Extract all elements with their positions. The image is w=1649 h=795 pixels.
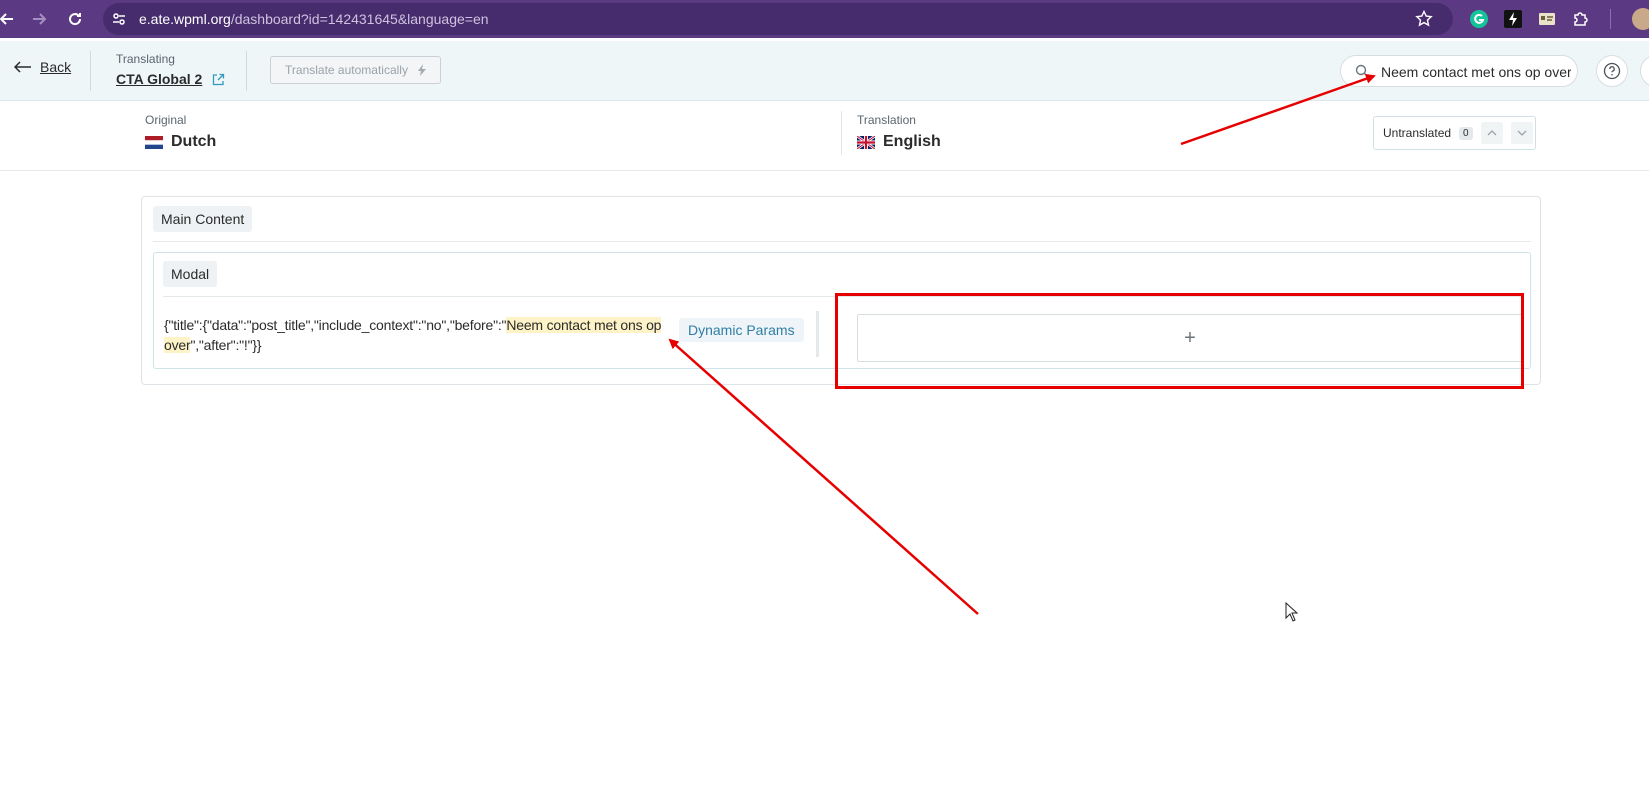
original-language: Original Dutch bbox=[145, 113, 216, 151]
editor-header: Back Translating CTA Global 2 Translate … bbox=[0, 41, 1649, 101]
reload-icon[interactable] bbox=[62, 6, 88, 32]
untranslated-label: Untranslated bbox=[1383, 126, 1452, 140]
translating-label: Translating bbox=[116, 52, 175, 66]
header-divider bbox=[246, 51, 247, 91]
chevron-up-icon bbox=[1487, 130, 1497, 136]
mouse-cursor-icon bbox=[1285, 602, 1299, 622]
next-untranslated-button[interactable] bbox=[1510, 122, 1533, 144]
source-suffix: ","after":"!"}} bbox=[190, 337, 262, 353]
search-input[interactable]: Neem contact met ons op over bbox=[1340, 55, 1578, 87]
translation-language-name: English bbox=[883, 133, 941, 150]
contact-card-extension-icon[interactable] bbox=[1536, 8, 1558, 30]
main-content-tag: Main Content bbox=[153, 206, 253, 232]
question-circle-icon bbox=[1603, 62, 1621, 80]
lightning-icon bbox=[417, 64, 426, 76]
dutch-flag-icon bbox=[145, 135, 163, 149]
search-value: Neem contact met ons op over bbox=[1381, 64, 1571, 80]
annotation-highlight-box bbox=[835, 293, 1524, 389]
bolt-extension-icon[interactable] bbox=[1502, 8, 1524, 30]
profile-avatar[interactable] bbox=[1632, 8, 1649, 30]
url-text: e.ate.wpml.org/dashboard?id=142431645&la… bbox=[139, 11, 489, 27]
extensions-puzzle-icon[interactable] bbox=[1570, 8, 1592, 30]
column-divider bbox=[816, 311, 819, 357]
back-button[interactable]: Back bbox=[14, 59, 71, 75]
arrow-left-icon bbox=[14, 61, 31, 73]
modal-tag: Modal bbox=[163, 261, 218, 287]
source-prefix: {"title":{"data":"post_title","include_c… bbox=[164, 317, 507, 333]
section-divider bbox=[153, 241, 1531, 242]
header-divider bbox=[90, 51, 91, 91]
uk-flag-icon bbox=[857, 135, 875, 149]
external-link-icon[interactable] bbox=[212, 73, 225, 86]
header-menu-button[interactable] bbox=[1640, 55, 1649, 87]
page: e.ate.wpml.org/dashboard?id=142431645&la… bbox=[0, 0, 1649, 795]
browser-toolbar: e.ate.wpml.org/dashboard?id=142431645&la… bbox=[0, 0, 1649, 38]
back-arrow-icon[interactable] bbox=[0, 6, 20, 32]
original-language-name: Dutch bbox=[171, 133, 217, 150]
bookmark-star-icon[interactable] bbox=[1415, 9, 1433, 33]
document-title-link[interactable]: CTA Global 2 bbox=[116, 71, 225, 87]
chevron-down-icon bbox=[1517, 130, 1527, 136]
translation-label: Translation bbox=[857, 113, 916, 127]
previous-untranslated-button[interactable] bbox=[1480, 122, 1503, 144]
dynamic-params-tag[interactable]: Dynamic Params bbox=[679, 318, 804, 342]
document-title: CTA Global 2 bbox=[116, 71, 203, 87]
translation-language: Translation English bbox=[857, 113, 941, 151]
language-divider bbox=[841, 111, 842, 155]
site-settings-icon[interactable] bbox=[111, 11, 127, 32]
address-bar[interactable]: e.ate.wpml.org/dashboard?id=142431645&la… bbox=[103, 3, 1453, 35]
untranslated-count-badge: 0 bbox=[1459, 126, 1473, 140]
back-label: Back bbox=[40, 59, 72, 75]
translate-automatically-button[interactable]: Translate automatically bbox=[270, 56, 441, 84]
original-label: Original bbox=[145, 113, 187, 127]
help-button[interactable] bbox=[1596, 55, 1628, 87]
grammarly-extension-icon[interactable] bbox=[1468, 8, 1490, 30]
untranslated-filter[interactable]: Untranslated 0 bbox=[1373, 116, 1536, 150]
language-bar: Original Dutch Translation English Untra… bbox=[0, 101, 1649, 171]
forward-arrow-icon[interactable] bbox=[26, 6, 52, 32]
translate-automatically-label: Translate automatically bbox=[285, 63, 408, 77]
source-segment-text[interactable]: {"title":{"data":"post_title","include_c… bbox=[164, 315, 674, 355]
search-icon bbox=[1355, 64, 1369, 78]
toolbar-divider bbox=[1610, 9, 1611, 29]
